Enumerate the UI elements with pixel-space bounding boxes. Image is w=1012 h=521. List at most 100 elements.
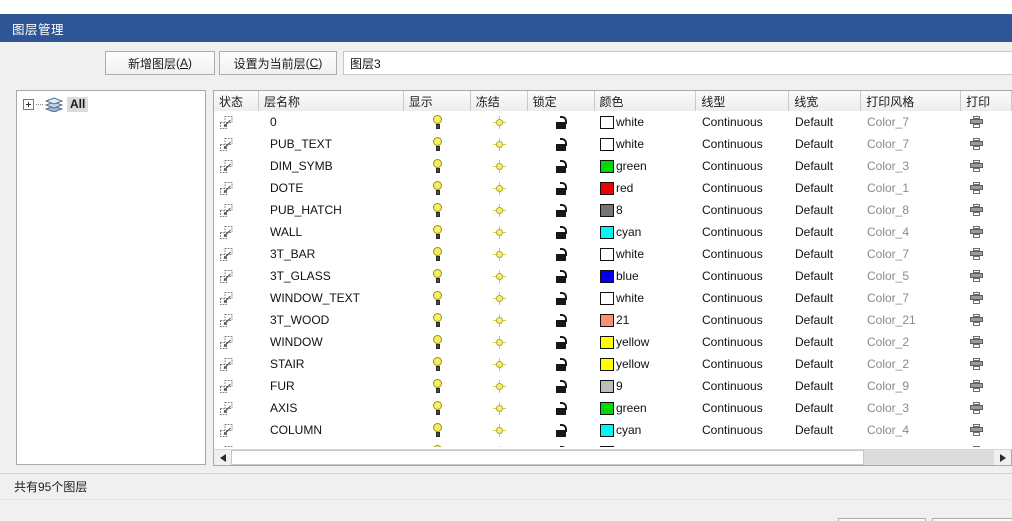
scroll-left-button[interactable] <box>214 450 231 465</box>
printer-icon[interactable] <box>970 116 983 128</box>
table-row[interactable]: PUB_HATCH8ContinuousDefaultColor_8 <box>214 199 1012 221</box>
cell-name[interactable]: COLUMN <box>259 419 404 441</box>
cell-show[interactable] <box>404 353 471 375</box>
cell-lock[interactable] <box>528 133 595 155</box>
cell-plotstyle[interactable]: Color_3 <box>862 397 962 419</box>
column-header-lineweight[interactable]: 线宽 <box>789 91 861 111</box>
sun-icon[interactable] <box>493 402 506 415</box>
cell-plot[interactable] <box>962 133 1012 155</box>
cell-lineweight[interactable]: Default <box>790 265 862 287</box>
cell-linetype[interactable]: Continuous <box>697 287 790 309</box>
cell-lock[interactable] <box>528 221 595 243</box>
cell-lock[interactable] <box>528 353 595 375</box>
unlocked-icon[interactable] <box>556 446 567 448</box>
color-swatch[interactable] <box>600 160 614 173</box>
cell-plot[interactable] <box>962 441 1012 447</box>
table-row[interactable]: AXISgreenContinuousDefaultColor_3 <box>214 397 1012 419</box>
cell-color[interactable]: green <box>595 155 697 177</box>
cell-lineweight[interactable]: Default <box>790 243 862 265</box>
cell-show[interactable] <box>404 243 471 265</box>
cell-lock[interactable] <box>528 287 595 309</box>
printer-icon[interactable] <box>970 226 983 238</box>
cell-lineweight[interactable]: Default <box>790 397 862 419</box>
cell-plot[interactable] <box>962 155 1012 177</box>
cell-name[interactable]: FUR <box>259 375 404 397</box>
current-layer-field[interactable]: 图层3 <box>343 51 1012 75</box>
cell-show[interactable] <box>404 397 471 419</box>
color-swatch[interactable] <box>600 270 614 283</box>
color-swatch[interactable] <box>600 402 614 415</box>
sun-icon[interactable] <box>493 138 506 151</box>
printer-icon[interactable] <box>970 358 983 370</box>
cell-freeze[interactable] <box>471 243 528 265</box>
cell-color[interactable]: cyan <box>595 221 697 243</box>
cell-plotstyle[interactable]: Color_2 <box>862 353 962 375</box>
cell-color[interactable]: 8 <box>595 199 697 221</box>
cell-plotstyle[interactable]: Color_3 <box>862 155 962 177</box>
sun-icon[interactable] <box>493 424 506 437</box>
cell-show[interactable] <box>404 287 471 309</box>
cell-color[interactable]: red <box>595 177 697 199</box>
printer-icon[interactable] <box>970 402 983 414</box>
bulb-on-icon[interactable] <box>432 159 443 173</box>
sun-icon[interactable] <box>493 314 506 327</box>
sun-icon[interactable] <box>493 182 506 195</box>
cell-linetype[interactable]: Continuous <box>697 221 790 243</box>
unlocked-icon[interactable] <box>556 138 567 151</box>
bulb-on-icon[interactable] <box>432 357 443 371</box>
bulb-on-icon[interactable] <box>432 225 443 239</box>
sun-icon[interactable] <box>493 292 506 305</box>
unlocked-icon[interactable] <box>556 270 567 283</box>
cell-freeze[interactable] <box>471 375 528 397</box>
table-row[interactable]: FUR9ContinuousDefaultColor_9 <box>214 375 1012 397</box>
cell-color[interactable]: white <box>595 287 697 309</box>
printer-icon[interactable] <box>970 446 983 447</box>
cell-linetype[interactable]: Continuous <box>697 155 790 177</box>
cell-name[interactable]: PUB_TEXT <box>259 133 404 155</box>
layer-filter-tree[interactable]: All <box>16 90 206 465</box>
cell-linetype[interactable]: Continuous <box>697 397 790 419</box>
printer-icon[interactable] <box>970 160 983 172</box>
cell-freeze[interactable] <box>471 111 528 133</box>
cell-lineweight[interactable]: Default <box>790 133 862 155</box>
printer-icon[interactable] <box>970 380 983 392</box>
table-row[interactable]: 0whiteContinuousDefaultColor_7 <box>214 111 1012 133</box>
cell-show[interactable] <box>404 265 471 287</box>
cell-color[interactable]: 21 <box>595 309 697 331</box>
table-row[interactable] <box>214 441 1012 447</box>
cell-show[interactable] <box>404 419 471 441</box>
cell-plotstyle[interactable]: Color_4 <box>862 221 962 243</box>
cell-lock[interactable] <box>528 419 595 441</box>
color-swatch[interactable] <box>600 116 614 129</box>
printer-icon[interactable] <box>970 270 983 282</box>
color-swatch[interactable] <box>600 380 614 393</box>
cell-status[interactable] <box>214 133 259 155</box>
cell-status[interactable] <box>214 397 259 419</box>
cell-plotstyle[interactable]: Color_5 <box>862 265 962 287</box>
cell-freeze[interactable] <box>471 133 528 155</box>
color-swatch[interactable] <box>600 446 614 448</box>
cell-plotstyle[interactable]: Color_2 <box>862 331 962 353</box>
sun-icon[interactable] <box>493 380 506 393</box>
cell-lineweight[interactable]: Default <box>790 199 862 221</box>
cell-lineweight[interactable] <box>790 441 862 447</box>
bulb-on-icon[interactable] <box>432 291 443 305</box>
cell-show[interactable] <box>404 375 471 397</box>
cell-color[interactable]: yellow <box>595 353 697 375</box>
bulb-on-icon[interactable] <box>432 445 443 447</box>
color-swatch[interactable] <box>600 226 614 239</box>
new-layer-button[interactable]: 新增图层(A) <box>105 51 215 75</box>
plus-expander-icon[interactable] <box>23 99 34 110</box>
unlocked-icon[interactable] <box>556 314 567 327</box>
cell-freeze[interactable] <box>471 441 528 447</box>
color-swatch[interactable] <box>600 248 614 261</box>
cell-color[interactable]: yellow <box>595 331 697 353</box>
cell-status[interactable] <box>214 199 259 221</box>
unlocked-icon[interactable] <box>556 204 567 217</box>
color-swatch[interactable] <box>600 314 614 327</box>
cell-status[interactable] <box>214 353 259 375</box>
table-row[interactable]: STAIRyellowContinuousDefaultColor_2 <box>214 353 1012 375</box>
cell-plot[interactable] <box>962 397 1012 419</box>
cell-plot[interactable] <box>962 177 1012 199</box>
column-header-name[interactable]: 层名称 <box>259 91 404 111</box>
